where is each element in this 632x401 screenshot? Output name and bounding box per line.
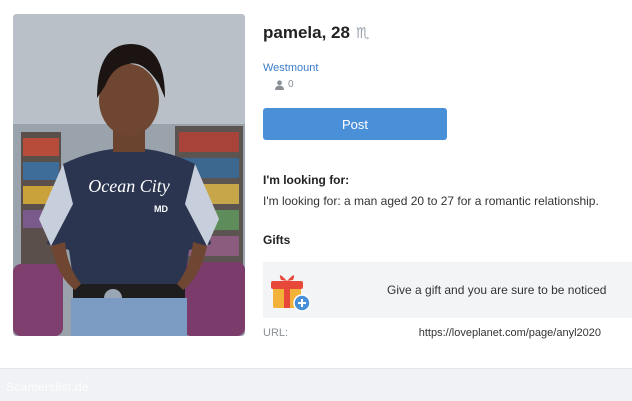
profile-photo[interactable]: Ocean City MD bbox=[13, 14, 245, 336]
shirt-print: Ocean City bbox=[88, 176, 169, 196]
watermark: Scamerslist.de bbox=[6, 380, 89, 394]
looking-for-title: I'm looking for: bbox=[263, 173, 350, 187]
footer-bar: Scamerslist.de bbox=[0, 368, 632, 401]
profile-header: pamela, 28 ♏ bbox=[263, 23, 369, 43]
user-icon bbox=[275, 79, 284, 90]
post-button[interactable]: Post bbox=[263, 108, 447, 140]
shirt-badge: MD bbox=[154, 204, 168, 214]
give-gift-panel[interactable]: Give a gift and you are sure to be notic… bbox=[263, 262, 632, 318]
profile-name-age: pamela, 28 bbox=[263, 23, 350, 42]
friends-count[interactable]: 0 bbox=[275, 79, 294, 90]
profile-photo-illustration: Ocean City MD bbox=[13, 14, 245, 336]
friends-count-value: 0 bbox=[288, 79, 294, 90]
gifts-title: Gifts bbox=[263, 233, 291, 247]
gift-prompt: Give a gift and you are sure to be notic… bbox=[387, 283, 607, 297]
scorpio-icon: ♏ bbox=[355, 25, 370, 42]
gift-add-icon[interactable] bbox=[271, 270, 311, 312]
profile-url[interactable]: https://loveplanet.com/page/anyl2020 bbox=[419, 327, 601, 339]
looking-for-text: I'm looking for: a man aged 20 to 27 for… bbox=[263, 194, 599, 208]
url-label: URL: bbox=[263, 327, 289, 339]
profile-city-link[interactable]: Westmount bbox=[263, 62, 318, 74]
